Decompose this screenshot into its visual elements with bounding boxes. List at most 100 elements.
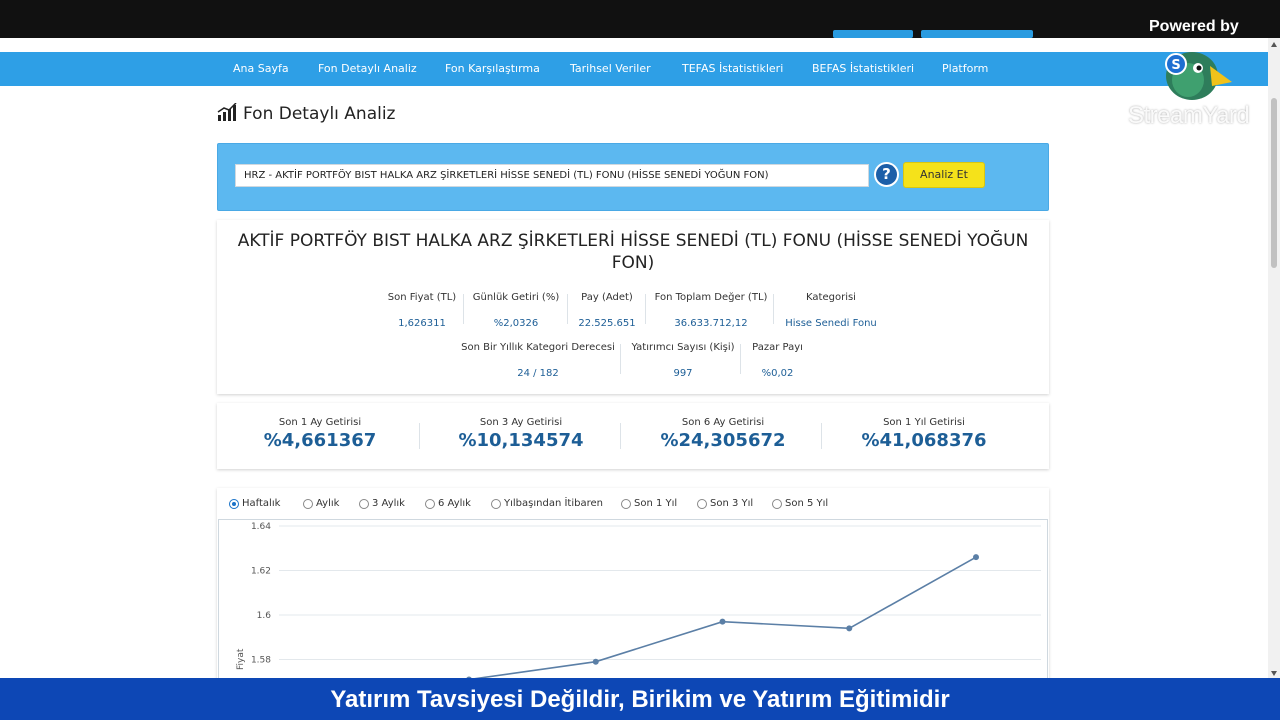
stat-label: Pazar Payı	[752, 342, 803, 353]
bar-chart-icon	[217, 102, 237, 125]
stat-daily-return: Günlük Getiri (%) %2,0326	[469, 292, 563, 329]
scroll-up-arrow[interactable]	[1271, 42, 1277, 47]
chart-series-line	[468, 556, 977, 681]
fund-search-input[interactable]: HRZ - AKTİF PORTFÖY BIST HALKA ARZ ŞİRKE…	[235, 164, 869, 187]
page-scrollbar[interactable]	[1268, 38, 1280, 678]
radio-button[interactable]	[697, 498, 707, 509]
radio-button[interactable]	[425, 498, 435, 509]
stat-value: Hisse Senedi Fonu	[785, 318, 877, 329]
stat-last-price: Son Fiyat (TL) 1,626311	[382, 292, 462, 329]
page-title: Fon Detaylı Analiz	[217, 102, 396, 125]
radio-button[interactable]	[621, 498, 631, 509]
divider	[740, 344, 741, 374]
powered-by-text: Powered by	[1149, 18, 1239, 35]
page-title-text: Fon Detaylı Analiz	[243, 104, 396, 124]
streamyard-brand-text: StreamYard	[1128, 102, 1250, 129]
return-value: %10,134574	[458, 430, 584, 451]
period-label: Son 1 Yıl	[634, 498, 678, 509]
return-label: Son 6 Ay Getirisi	[681, 417, 765, 428]
period-option-ytd[interactable]: Yılbaşından İtibaren	[491, 498, 603, 509]
nav-item-fon-detayli-analiz[interactable]: Fon Detaylı Analiz	[318, 62, 417, 75]
main-nav: Ana Sayfa Fon Detaylı Analiz Fon Karşıla…	[0, 52, 1268, 86]
nav-item-tarihsel-veriler[interactable]: Tarihsel Veriler	[570, 62, 651, 75]
nav-item-tefas-istatistikleri[interactable]: TEFAS İstatistikleri	[682, 62, 783, 75]
browser-tab-indicator	[921, 30, 1033, 38]
period-option-monthly[interactable]: Aylık	[303, 498, 339, 509]
nav-item-fon-karsilastirma[interactable]: Fon Karşılaştırma	[445, 62, 540, 75]
scrollbar-thumb[interactable]	[1271, 98, 1277, 268]
period-option-5-years[interactable]: Son 5 Yıl	[772, 498, 828, 509]
streamyard-logo-icon: S	[1158, 42, 1234, 102]
stat-market-share: Pazar Payı %0,02	[745, 342, 810, 379]
return-label: Son 3 Ay Getirisi	[479, 417, 563, 428]
fund-summary-card: AKTİF PORTFÖY BIST HALKA ARZ ŞİRKETLERİ …	[217, 220, 1049, 394]
period-label: Aylık	[316, 498, 340, 509]
stat-label: Kategorisi	[806, 292, 856, 303]
browser-tab-indicator	[833, 30, 913, 38]
stat-total-value: Fon Toplam Değer (TL) 36.633.712,12	[653, 292, 769, 329]
y-axis-label: Fiyat	[236, 648, 246, 670]
nav-item-ana-sayfa[interactable]: Ana Sayfa	[233, 62, 289, 75]
return-value: %4,661367	[263, 430, 377, 451]
stat-investor-count: Yatırımcı Sayısı (Kişi) 997	[627, 342, 739, 379]
divider	[821, 423, 822, 449]
period-option-weekly[interactable]: Haftalık	[229, 498, 280, 509]
period-label: Son 3 Yıl	[710, 498, 754, 509]
y-tick-label: 1.6	[257, 611, 272, 621]
period-label: Yılbaşından İtibaren	[504, 498, 603, 509]
y-tick-label: 1.58	[251, 656, 271, 666]
analyze-button[interactable]: Analiz Et	[903, 162, 985, 188]
nav-item-platform[interactable]: Platform	[942, 62, 988, 75]
help-button[interactable]: ?	[874, 162, 899, 187]
stat-value: 24 / 182	[517, 368, 559, 379]
stat-label: Son Fiyat (TL)	[387, 292, 457, 303]
return-label: Son 1 Ay Getirisi	[278, 417, 362, 428]
return-1m: Son 1 Ay Getirisi %4,661367	[220, 417, 420, 451]
radio-button[interactable]	[491, 498, 501, 509]
period-option-6-months[interactable]: 6 Aylık	[425, 498, 471, 509]
y-tick-label: 1.64	[251, 522, 271, 532]
radio-button[interactable]	[772, 498, 782, 509]
chart-data-point[interactable]	[846, 625, 853, 632]
chart-frame: 1.64 1.62 1.6 1.58 Fiyat	[218, 519, 1048, 688]
stat-label: Yatırımcı Sayısı (Kişi)	[631, 342, 735, 353]
stat-value: 36.633.712,12	[674, 318, 748, 329]
stat-value: %0,02	[761, 368, 794, 379]
stat-label: Günlük Getiri (%)	[472, 292, 560, 303]
divider	[773, 294, 774, 324]
chart-data-point[interactable]	[973, 554, 979, 561]
divider	[620, 423, 621, 449]
period-label: 3 Aylık	[372, 498, 405, 509]
period-option-1-year[interactable]: Son 1 Yıl	[621, 498, 677, 509]
radio-button[interactable]	[303, 498, 313, 509]
period-option-3-years[interactable]: Son 3 Yıl	[697, 498, 753, 509]
fund-search-panel: HRZ - AKTİF PORTFÖY BIST HALKA ARZ ŞİRKE…	[217, 143, 1049, 211]
price-chart-card: Haftalık Aylık 3 Aylık 6 Aylık Yılbaşınd…	[217, 488, 1049, 688]
period-label: Haftalık	[242, 498, 281, 509]
chart-data-point[interactable]	[719, 618, 726, 625]
return-value: %24,305672	[660, 430, 786, 451]
scroll-down-arrow[interactable]	[1271, 671, 1277, 676]
period-label: 6 Aylık	[438, 498, 471, 509]
return-3m: Son 3 Ay Getirisi %10,134574	[421, 417, 621, 451]
divider	[567, 294, 568, 324]
divider	[463, 294, 464, 324]
period-option-3-months[interactable]: 3 Aylık	[359, 498, 405, 509]
return-1y: Son 1 Yıl Getirisi %41,068376	[824, 417, 1024, 451]
banner-text: Yatırım Tavsiyesi Değildir, Birikim ve Y…	[330, 686, 950, 713]
chart-data-point[interactable]	[592, 658, 599, 665]
price-line-chart: 1.64 1.62 1.6 1.58 Fiyat	[236, 522, 1041, 683]
stat-shares: Pay (Adet) 22.525.651	[572, 292, 642, 329]
divider	[620, 344, 621, 374]
stat-category-rank: Son Bir Yıllık Kategori Derecesi 24 / 18…	[461, 342, 615, 379]
period-label: Son 5 Yıl	[785, 498, 829, 509]
stat-label: Fon Toplam Değer (TL)	[654, 292, 768, 303]
fund-name: AKTİF PORTFÖY BIST HALKA ARZ ŞİRKETLERİ …	[237, 231, 1029, 273]
nav-item-befas-istatistikleri[interactable]: BEFAS İstatistikleri	[812, 62, 914, 75]
radio-button[interactable]	[359, 498, 369, 509]
return-value: %41,068376	[861, 430, 987, 451]
divider	[419, 423, 420, 449]
radio-button[interactable]	[229, 498, 239, 509]
browser-top-bar	[0, 0, 1280, 38]
svg-text:S: S	[1171, 58, 1180, 73]
